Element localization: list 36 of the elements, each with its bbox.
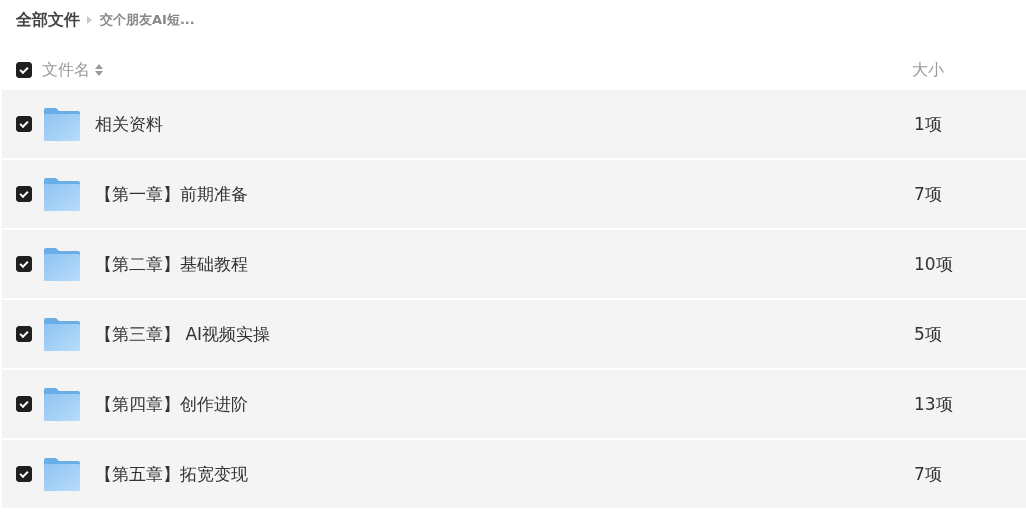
file-size: 10项 bbox=[914, 252, 954, 276]
sort-icon[interactable] bbox=[95, 64, 103, 76]
file-name: 【第五章】拓宽变现 bbox=[95, 462, 248, 486]
file-name: 【第四章】创作进阶 bbox=[95, 392, 248, 416]
file-name: 【第三章】 AI视频实操 bbox=[95, 322, 271, 346]
folder-icon bbox=[44, 317, 80, 351]
checkbox[interactable] bbox=[16, 186, 32, 202]
folder-icon bbox=[44, 387, 80, 421]
file-row[interactable]: 【第一章】前期准备 7项 bbox=[2, 160, 1026, 228]
file-name: 【第二章】基础教程 bbox=[95, 252, 248, 276]
file-size: 1项 bbox=[914, 112, 943, 136]
checkbox[interactable] bbox=[16, 256, 32, 272]
checkbox[interactable] bbox=[16, 62, 32, 78]
file-row[interactable]: 相关资料 1项 bbox=[2, 90, 1026, 158]
chevron-icon bbox=[87, 16, 93, 24]
folder-icon bbox=[44, 247, 80, 281]
folder-icon bbox=[44, 177, 80, 211]
column-header: 大小 bbox=[912, 59, 945, 81]
breadcrumb-link[interactable]: 全部文件 bbox=[16, 9, 80, 31]
file-row[interactable]: 【第五章】拓宽变现 7项 bbox=[2, 440, 1026, 508]
file-row[interactable]: 【第二章】基础教程 10项 bbox=[2, 230, 1026, 298]
file-name: 相关资料 bbox=[95, 112, 163, 136]
file-size: 7项 bbox=[914, 462, 943, 486]
folder-icon bbox=[44, 457, 80, 491]
folder-icon bbox=[44, 107, 80, 141]
file-name: 【第一章】前期准备 bbox=[95, 182, 248, 206]
checkbox[interactable] bbox=[16, 466, 32, 482]
checkbox[interactable] bbox=[16, 396, 32, 412]
file-row[interactable]: 【第四章】创作进阶 13项 bbox=[2, 370, 1026, 438]
breadcrumb-link[interactable]: 交个朋友AI短... bbox=[100, 11, 195, 29]
file-size: 13项 bbox=[914, 392, 954, 416]
file-size: 5项 bbox=[914, 322, 943, 346]
file-size: 7项 bbox=[914, 182, 943, 206]
file-row[interactable]: 【第三章】 AI视频实操 5项 bbox=[2, 300, 1026, 368]
checkbox[interactable] bbox=[16, 116, 32, 132]
checkbox[interactable] bbox=[16, 326, 32, 342]
